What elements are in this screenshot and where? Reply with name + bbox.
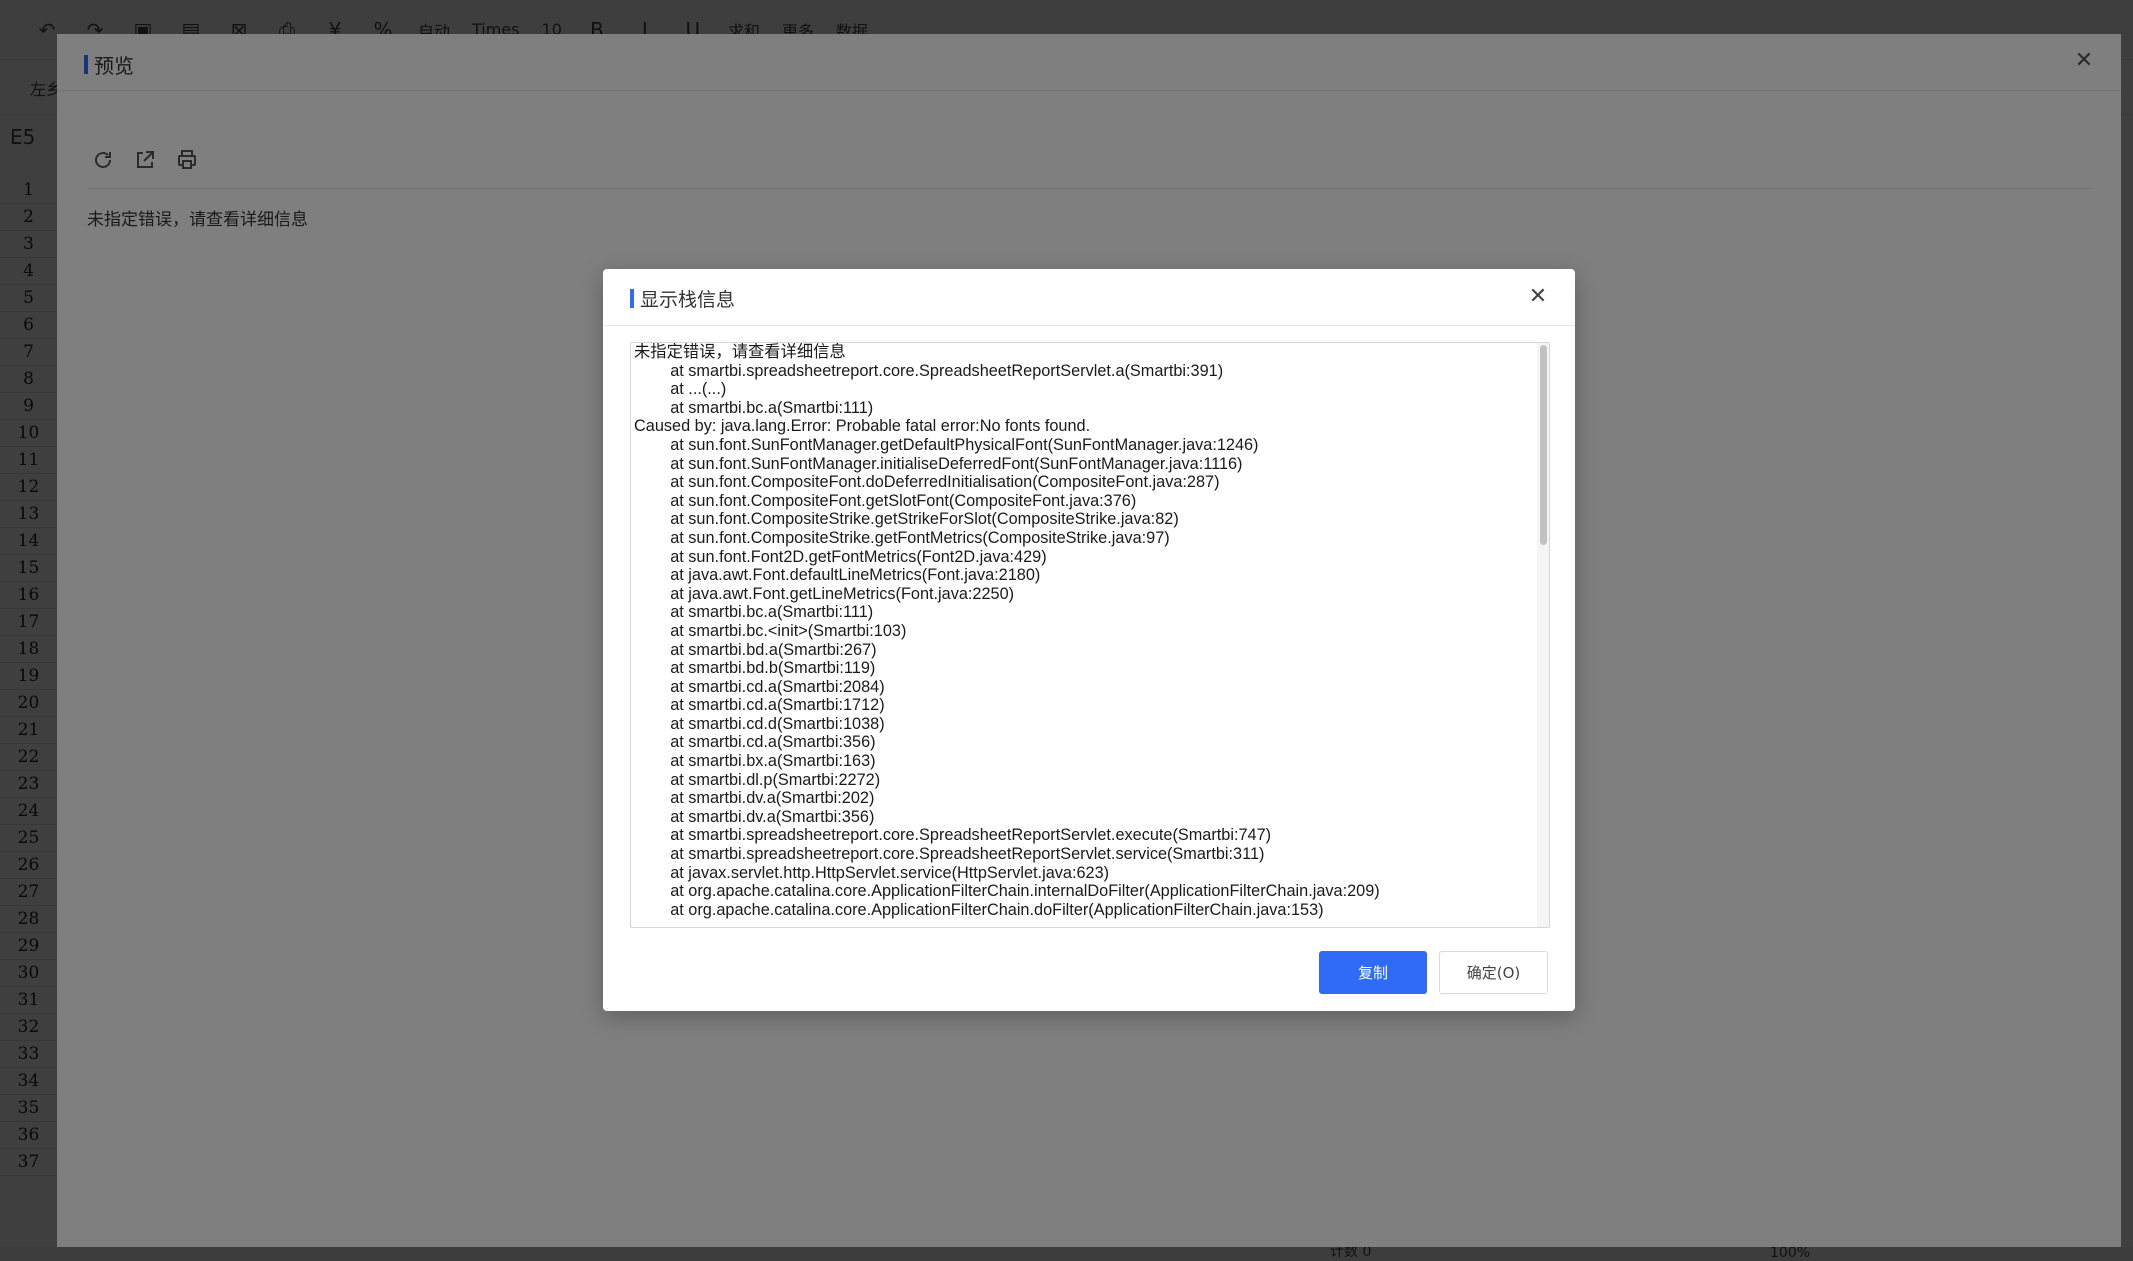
- stack-info-dialog: 显示栈信息 ✕ 未指定错误，请查看详细信息 at smartbi.spreads…: [603, 269, 1575, 1011]
- stack-line: at sun.font.CompositeStrike.getFontMetri…: [634, 528, 1170, 547]
- dialog-title-text: 显示栈信息: [640, 289, 736, 311]
- stack-line: at ...(...): [634, 380, 727, 399]
- stack-line: at javax.servlet.http.HttpServlet.servic…: [634, 863, 1110, 882]
- stack-line: at java.awt.Font.defaultLineMetrics(Font…: [634, 566, 1041, 585]
- scrollbar-track[interactable]: [1537, 343, 1549, 927]
- stack-line: at smartbi.bd.b(Smartbi:119): [634, 659, 876, 678]
- stack-trace-text: 未指定错误，请查看详细信息 at smartbi.spreadsheetrepo…: [634, 343, 1529, 919]
- stack-line: at smartbi.bc.a(Smartbi:111): [634, 398, 874, 417]
- stack-line: at smartbi.bc.a(Smartbi:111): [634, 603, 874, 622]
- stack-line: at smartbi.dv.a(Smartbi:356): [634, 807, 875, 826]
- stack-line: at smartbi.cd.a(Smartbi:356): [634, 733, 876, 752]
- stack-line: at smartbi.cd.a(Smartbi:2084): [634, 677, 885, 696]
- stack-line: at smartbi.dv.a(Smartbi:202): [634, 789, 875, 808]
- stack-line: at smartbi.cd.d(Smartbi:1038): [634, 714, 885, 733]
- title-accent-bar: [630, 289, 634, 308]
- stack-line: 未指定错误，请查看详细信息: [634, 343, 846, 361]
- stack-line: at sun.font.SunFontManager.initialiseDef…: [634, 454, 1243, 473]
- stack-line: at sun.font.CompositeStrike.getStrikeFor…: [634, 510, 1179, 529]
- stack-line: at org.apache.catalina.core.ApplicationF…: [634, 900, 1324, 919]
- scrollbar-thumb[interactable]: [1540, 345, 1547, 545]
- ok-button[interactable]: 确定(O): [1439, 951, 1548, 994]
- stack-line: at smartbi.spreadsheetreport.core.Spread…: [634, 361, 1224, 380]
- stack-line: at sun.font.Font2D.getFontMetrics(Font2D…: [634, 547, 1047, 566]
- stack-line: Caused by: java.lang.Error: Probable fat…: [634, 417, 1091, 436]
- stack-line: at smartbi.dl.p(Smartbi:2272): [634, 770, 881, 789]
- stack-line: at sun.font.CompositeFont.getSlotFont(Co…: [634, 491, 1137, 510]
- copy-button[interactable]: 复制: [1319, 951, 1427, 994]
- stack-line: at sun.font.CompositeFont.doDeferredInit…: [634, 473, 1220, 492]
- stack-line: at smartbi.cd.a(Smartbi:1712): [634, 696, 885, 715]
- stack-line: at smartbi.bx.a(Smartbi:163): [634, 752, 876, 771]
- stack-line: at java.awt.Font.getLineMetrics(Font.jav…: [634, 584, 1015, 603]
- close-icon[interactable]: ✕: [1527, 286, 1549, 308]
- dialog-header: 显示栈信息 ✕: [603, 269, 1575, 326]
- stack-line: at sun.font.SunFontManager.getDefaultPhy…: [634, 435, 1259, 454]
- stack-line: at smartbi.spreadsheetreport.core.Spread…: [634, 826, 1272, 845]
- stack-line: at smartbi.bd.a(Smartbi:267): [634, 640, 877, 659]
- stack-line: at smartbi.bc.<init>(Smartbi:103): [634, 621, 907, 640]
- stack-trace-textarea[interactable]: 未指定错误，请查看详细信息 at smartbi.spreadsheetrepo…: [630, 342, 1550, 928]
- dialog-title: 显示栈信息: [630, 285, 735, 312]
- stack-line: at org.apache.catalina.core.ApplicationF…: [634, 882, 1380, 901]
- stack-line: at smartbi.spreadsheetreport.core.Spread…: [634, 845, 1265, 864]
